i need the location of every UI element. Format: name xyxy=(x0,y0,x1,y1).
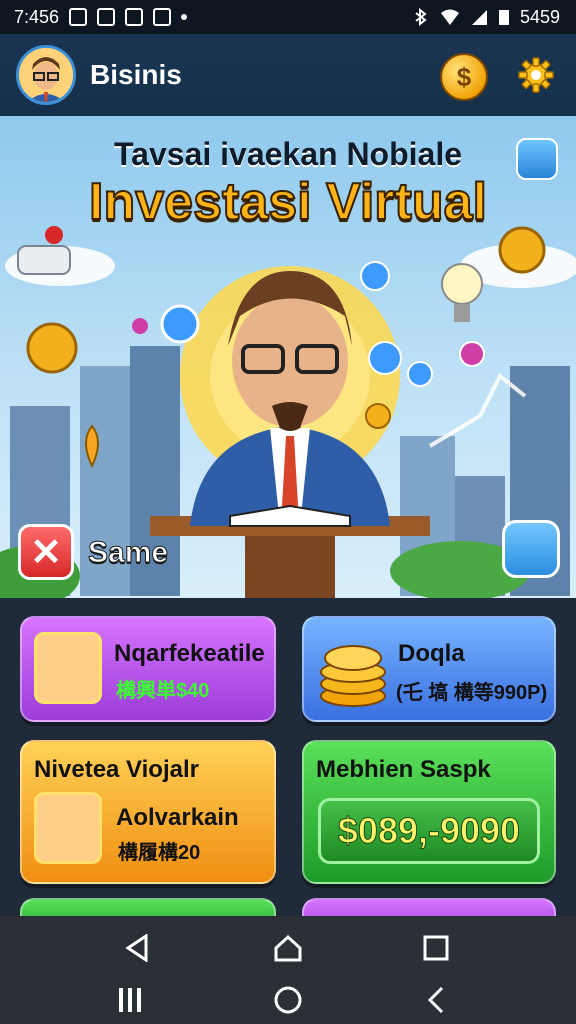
card-1[interactable]: Nqarfekeatile 構興単$40 xyxy=(20,616,276,722)
hero-label: Same xyxy=(87,536,169,570)
nav-chevron-back-button[interactable] xyxy=(414,982,458,1018)
cards-grid: Nqarfekeatile 構興単$40 Doqla (乇 塙 構等990P) … xyxy=(0,598,576,938)
nav-circle-home-button[interactable] xyxy=(266,982,310,1018)
hero-subtitle: Tavsai ivaekan Nobiale xyxy=(113,136,463,172)
hero-corner-button[interactable] xyxy=(516,138,558,180)
close-icon: ✕ xyxy=(30,531,62,574)
card-4[interactable]: Mebhien Saspk $089,-9090 xyxy=(302,740,556,884)
app-header: Bisinis $ xyxy=(0,34,576,116)
bluetooth-icon xyxy=(415,8,427,26)
wifi-icon xyxy=(440,9,459,25)
status-right-text: 5459 xyxy=(519,6,560,27)
coin-stack-icon xyxy=(320,645,386,707)
gear-icon xyxy=(518,57,554,93)
nav-menu-button[interactable] xyxy=(108,982,152,1018)
status-bar: 7:456 5459 xyxy=(0,0,576,34)
hero-tool-button[interactable] xyxy=(502,520,560,578)
nav-recents-button[interactable] xyxy=(414,928,458,968)
app-title: Bisinis xyxy=(90,59,182,90)
card-1-subtitle: 構興単$40 xyxy=(116,680,210,702)
signal-icon xyxy=(471,10,487,25)
home-icon xyxy=(274,934,302,962)
card-4-title: Mebhien Saspk xyxy=(316,756,491,783)
card-1-title: Nqarfekeatile xyxy=(114,640,265,667)
recents-icon xyxy=(423,935,449,961)
card-4-amount: $089,-9090 xyxy=(318,798,540,864)
notification-icon xyxy=(69,8,88,26)
more-notifications-dot xyxy=(181,14,188,20)
nav-home-button[interactable] xyxy=(266,928,310,968)
notification-icon-3 xyxy=(125,8,144,26)
card-2-title: Doqla xyxy=(398,640,465,667)
coin-button[interactable]: $ xyxy=(440,53,488,101)
coin-icon: $ xyxy=(456,61,472,92)
card-3-avatar xyxy=(34,792,102,864)
system-nav-bar xyxy=(0,916,576,1024)
circle-home-icon xyxy=(274,986,302,1014)
card-3-subtitle: 構履構20 xyxy=(118,842,201,864)
card-3-title: Nivetea Viojalr xyxy=(34,756,199,783)
hero-banner: Tavsai ivaekan Nobiale Investasi Virtual… xyxy=(0,116,576,598)
status-time: 7:456 xyxy=(14,6,60,27)
chevron-back-icon xyxy=(427,986,444,1014)
back-icon xyxy=(125,934,148,962)
card-2-subtitle: (乇 塙 構等990P) xyxy=(396,682,548,704)
settings-button[interactable] xyxy=(514,53,558,97)
hero-close-button[interactable]: ✕ xyxy=(18,524,74,580)
menu-icon xyxy=(119,988,141,1012)
battery-icon xyxy=(498,10,509,25)
hero-title: Investasi Virtual xyxy=(88,172,488,232)
notification-icon-4 xyxy=(153,8,172,26)
nav-back-button[interactable] xyxy=(116,928,160,968)
card-3[interactable]: Nivetea Viojalr Aolvarkain 構履構20 xyxy=(20,740,276,884)
card-3-name: Aolvarkain xyxy=(116,804,239,831)
card-2[interactable]: Doqla (乇 塙 構等990P) xyxy=(302,616,556,722)
avatar[interactable] xyxy=(16,45,76,105)
card-1-avatar xyxy=(34,632,102,704)
notification-icon-2 xyxy=(97,8,116,26)
